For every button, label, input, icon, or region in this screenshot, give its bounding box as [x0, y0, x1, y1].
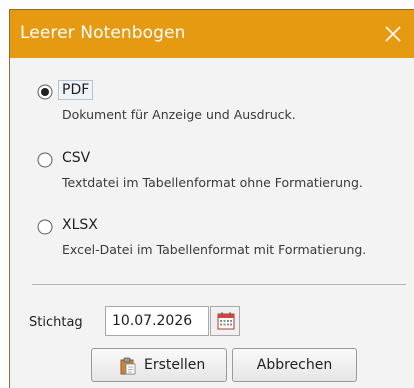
option-pdf-description: Dokument für Anzeige und Ausdruck.: [62, 107, 296, 122]
title-bar[interactable]: Leerer Notenbogen: [10, 10, 414, 58]
radio-xlsx[interactable]: [37, 219, 53, 235]
option-csv[interactable]: CSV Textdatei im Tabellenformat ohne For…: [10, 149, 414, 199]
radio-pdf[interactable]: [37, 84, 53, 100]
clipboard-icon: [120, 357, 136, 379]
option-pdf[interactable]: PDF Dokument für Anzeige und Ausdruck.: [10, 80, 414, 131]
create-button-label: Erstellen: [144, 357, 206, 373]
create-button[interactable]: Erstellen: [91, 348, 227, 382]
option-xlsx-description: Excel-Datei im Tabellenformat mit Format…: [62, 242, 367, 257]
divider: [32, 284, 406, 285]
option-xlsx[interactable]: XLSX Excel-Datei im Tabellenformat mit F…: [10, 216, 414, 266]
option-pdf-label[interactable]: PDF: [57, 80, 94, 100]
dialog-title: Leerer Notenbogen: [20, 23, 186, 43]
date-label: Stichtag: [29, 315, 83, 330]
option-csv-description: Textdatei im Tabellenformat ohne Formati…: [62, 175, 363, 190]
cancel-button[interactable]: Abbrechen: [232, 348, 357, 382]
calendar-icon: [217, 312, 235, 330]
option-csv-label[interactable]: CSV: [62, 150, 90, 166]
dialog-window: Leerer Notenbogen PDF Dokument für Anzei…: [9, 9, 414, 388]
option-xlsx-label[interactable]: XLSX: [62, 217, 98, 233]
close-icon[interactable]: [382, 23, 404, 45]
cancel-button-label: Abbrechen: [256, 357, 333, 373]
date-input[interactable]: [105, 306, 209, 336]
calendar-button[interactable]: [210, 306, 240, 336]
radio-csv[interactable]: [37, 152, 53, 168]
